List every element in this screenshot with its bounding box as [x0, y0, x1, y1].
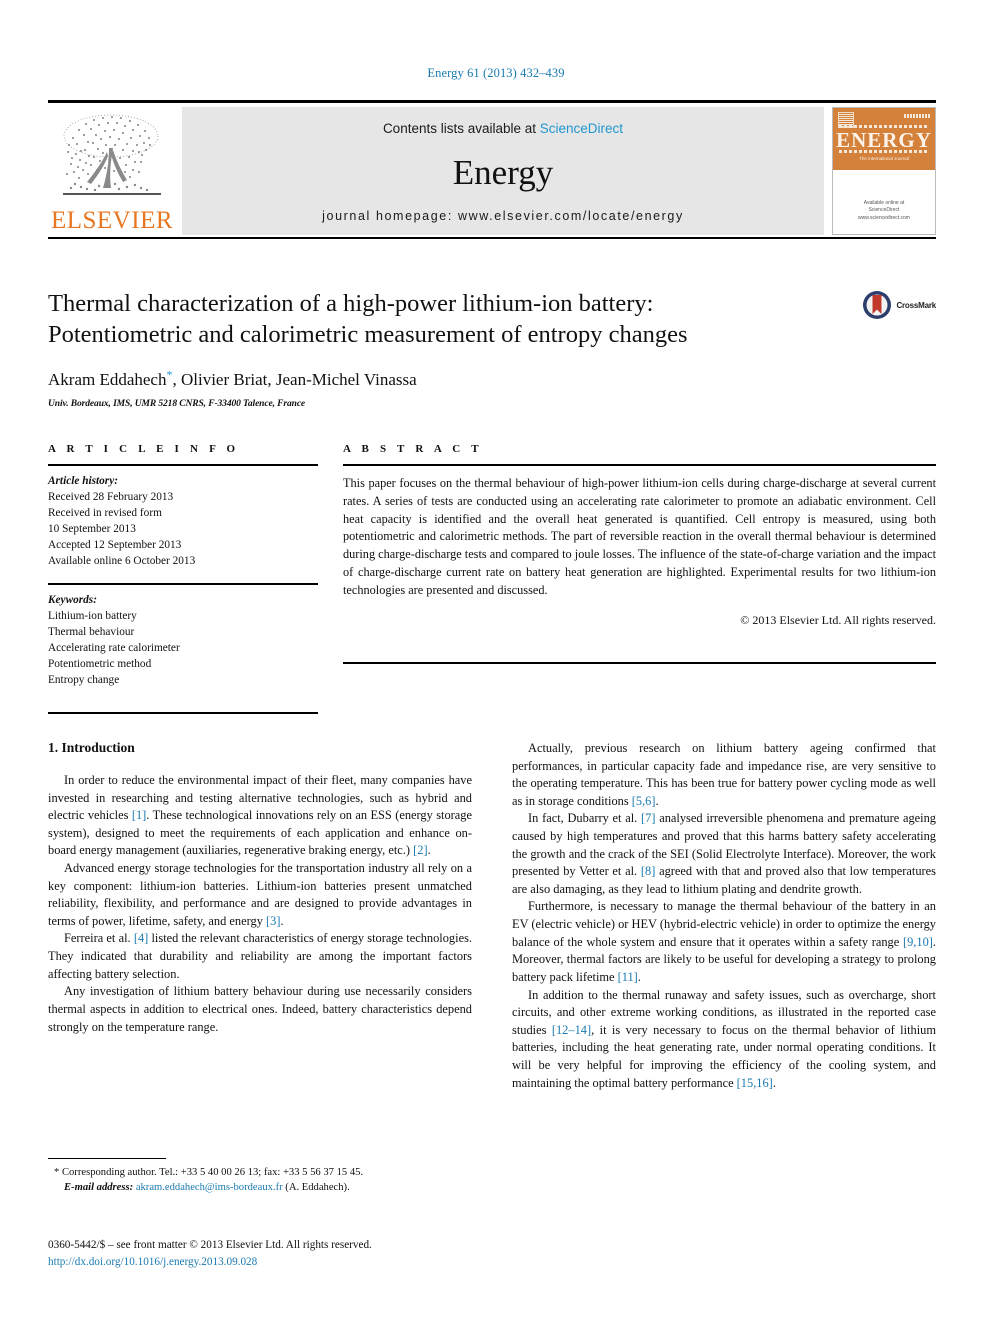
- email-author-suffix: (A. Eddahech).: [285, 1182, 350, 1194]
- citation-ref[interactable]: [5,6]: [632, 794, 656, 808]
- paragraph: Furthermore, is necessary to manage the …: [512, 899, 936, 984]
- contents-available-line: Contents lists available at ScienceDirec…: [383, 121, 623, 136]
- masthead-top-rule: [48, 100, 936, 103]
- article-history-block: Article history: Received 28 February 20…: [48, 473, 318, 569]
- keywords-label: Keywords:: [48, 594, 97, 607]
- elsevier-tree-icon: [63, 114, 161, 195]
- cover-journal-title: ENERGY: [836, 128, 932, 152]
- keyword-item: Entropy change: [48, 674, 120, 687]
- paragraph: Any investigation of lithium battery beh…: [48, 984, 472, 1034]
- citation-ref[interactable]: [2]: [413, 843, 427, 857]
- citation-ref[interactable]: [3]: [266, 914, 280, 928]
- elsevier-logo: ELSEVIER: [48, 107, 176, 235]
- citation-ref[interactable]: [8]: [641, 864, 655, 878]
- masthead-bottom-rule: [48, 237, 936, 239]
- article-info-bottom-rule: [48, 712, 318, 715]
- crossmark-label: CrossMark: [896, 300, 936, 310]
- cover-top-band: ENERGY The International Journal: [833, 108, 935, 170]
- corresponding-author-footnote: * Corresponding author. Tel.: +33 5 40 0…: [48, 1158, 472, 1196]
- author-names: Akram Eddahech*, Olivier Briat, Jean-Mic…: [48, 367, 417, 390]
- history-item: 10 September 2013: [48, 523, 136, 536]
- history-item: Received in revised form: [48, 507, 162, 520]
- abstract-text: This paper focuses on the thermal behavi…: [343, 476, 936, 597]
- abstract-heading: A B S T R A C T: [343, 443, 483, 455]
- paragraph: In addition to the thermal runaway and s…: [512, 987, 936, 1090]
- crossmark-icon: [863, 291, 892, 319]
- history-item: Available online 6 October 2013: [48, 555, 196, 568]
- footnote-email-line: E-mail address: akram.eddahech@ims-borde…: [48, 1180, 472, 1195]
- running-head: Energy 61 (2013) 432–439: [427, 66, 565, 80]
- article-info-heading: A R T I C L E I N F O: [48, 443, 240, 455]
- body-right-column: Actually, previous research on lithium b…: [512, 740, 936, 1092]
- affiliation-line: Univ. Bordeaux, IMS, UMR 5218 CNRS, F-33…: [48, 399, 306, 410]
- email-address-link[interactable]: akram.eddahech@ims-bordeaux.fr: [136, 1182, 283, 1193]
- abstract-rule: [343, 464, 936, 466]
- body-columns: 1. Introduction In order to reduce the e…: [48, 740, 936, 1092]
- abstract-bottom-rule: [343, 661, 936, 664]
- elsevier-wordmark: ELSEVIER: [50, 207, 174, 234]
- keyword-item: Potentiometric method: [48, 658, 152, 671]
- keyword-item: Lithium-ion battery: [48, 610, 137, 623]
- journal-masthead: ELSEVIER Contents lists available at Sci…: [48, 100, 936, 239]
- column-gap: [318, 443, 343, 714]
- article-info-rule: [48, 464, 318, 466]
- title-block: Thermal characterization of a high-power…: [48, 288, 936, 409]
- citation-ref[interactable]: [9,10]: [903, 935, 933, 949]
- article-info-column: A R T I C L E I N F O Article history: R…: [48, 443, 318, 715]
- paragraph: Ferreira et al. [4] listed the relevant …: [48, 931, 472, 981]
- citation-ref[interactable]: [7]: [641, 811, 655, 825]
- paragraph: Actually, previous research on lithium b…: [512, 741, 936, 808]
- cover-journal-subtitle: The International Journal: [859, 156, 909, 161]
- journal-homepage[interactable]: journal homepage: www.elsevier.com/locat…: [322, 209, 684, 223]
- footnote-rule: [48, 1158, 166, 1159]
- citation-ref[interactable]: [1]: [132, 808, 146, 822]
- keywords-block: Keywords: Lithium-ion battery Thermal be…: [48, 592, 318, 688]
- citation-ref[interactable]: [15,16]: [737, 1076, 773, 1090]
- citation-ref[interactable]: [11]: [618, 970, 638, 984]
- doi-link[interactable]: http://dx.doi.org/10.1016/j.energy.2013.…: [48, 1254, 508, 1271]
- abstract-copyright: © 2013 Elsevier Ltd. All rights reserved…: [740, 612, 936, 627]
- paragraph: Advanced energy storage technologies for…: [48, 861, 472, 928]
- keyword-item: Thermal behaviour: [48, 626, 135, 639]
- crossmark-badge[interactable]: CrossMark: [862, 290, 936, 320]
- email-address-label: E-mail address:: [64, 1182, 134, 1194]
- corresponding-author-marker: *: [166, 367, 173, 382]
- history-item: Received 28 February 2013: [48, 491, 174, 504]
- citation-ref[interactable]: [4]: [134, 931, 148, 945]
- contents-prefix: Contents lists available at: [382, 121, 540, 136]
- footnote-corresponding-line: * Corresponding author. Tel.: +33 5 40 0…: [54, 1167, 364, 1178]
- body-column-gap: [472, 740, 512, 1092]
- history-item: Accepted 12 September 2013: [48, 539, 182, 552]
- sciencedirect-link[interactable]: ScienceDirect: [540, 121, 623, 136]
- cover-issue-line: [904, 114, 930, 118]
- journal-cover-thumbnail: ENERGY The International Journal Availab…: [832, 107, 936, 235]
- imprint-block: 0360-5442/$ – see front matter © 2013 El…: [48, 1237, 508, 1271]
- paragraph: In fact, Dubarry et al. [7] analysed irr…: [512, 811, 936, 896]
- cover-bar-bottom: [839, 150, 929, 153]
- cover-bottom-panel: Available online at ScienceDirect www.scie…: [833, 170, 935, 234]
- imprint-line: 0360-5442/$ – see front matter © 2013 El…: [48, 1239, 372, 1251]
- author-list: Akram Eddahech*, Olivier Briat, Jean-Mic…: [48, 368, 936, 391]
- paragraph: In order to reduce the environmental imp…: [48, 773, 472, 858]
- cover-sciencedirect-note: Available online at ScienceDirect www.scie…: [858, 199, 910, 221]
- paper-page: Energy 61 (2013) 432–439 ELSEVIER Conten…: [0, 0, 992, 1323]
- section-heading-introduction: 1. Introduction: [48, 740, 135, 755]
- keywords-rule: [48, 583, 318, 586]
- body-left-column: 1. Introduction In order to reduce the e…: [48, 740, 472, 1092]
- journal-title: Energy: [452, 153, 554, 192]
- citation-ref[interactable]: [12–14]: [552, 1023, 591, 1037]
- article-history-label: Article history:: [48, 475, 118, 487]
- page-title: Thermal characterization of a high-power…: [48, 290, 688, 349]
- abstract-column: A B S T R A C T This paper focuses on th…: [343, 443, 936, 714]
- info-abstract-region: A R T I C L E I N F O Article history: R…: [48, 443, 936, 715]
- masthead-center-panel: Contents lists available at ScienceDirec…: [182, 107, 824, 235]
- keyword-item: Accelerating rate calorimeter: [48, 642, 180, 655]
